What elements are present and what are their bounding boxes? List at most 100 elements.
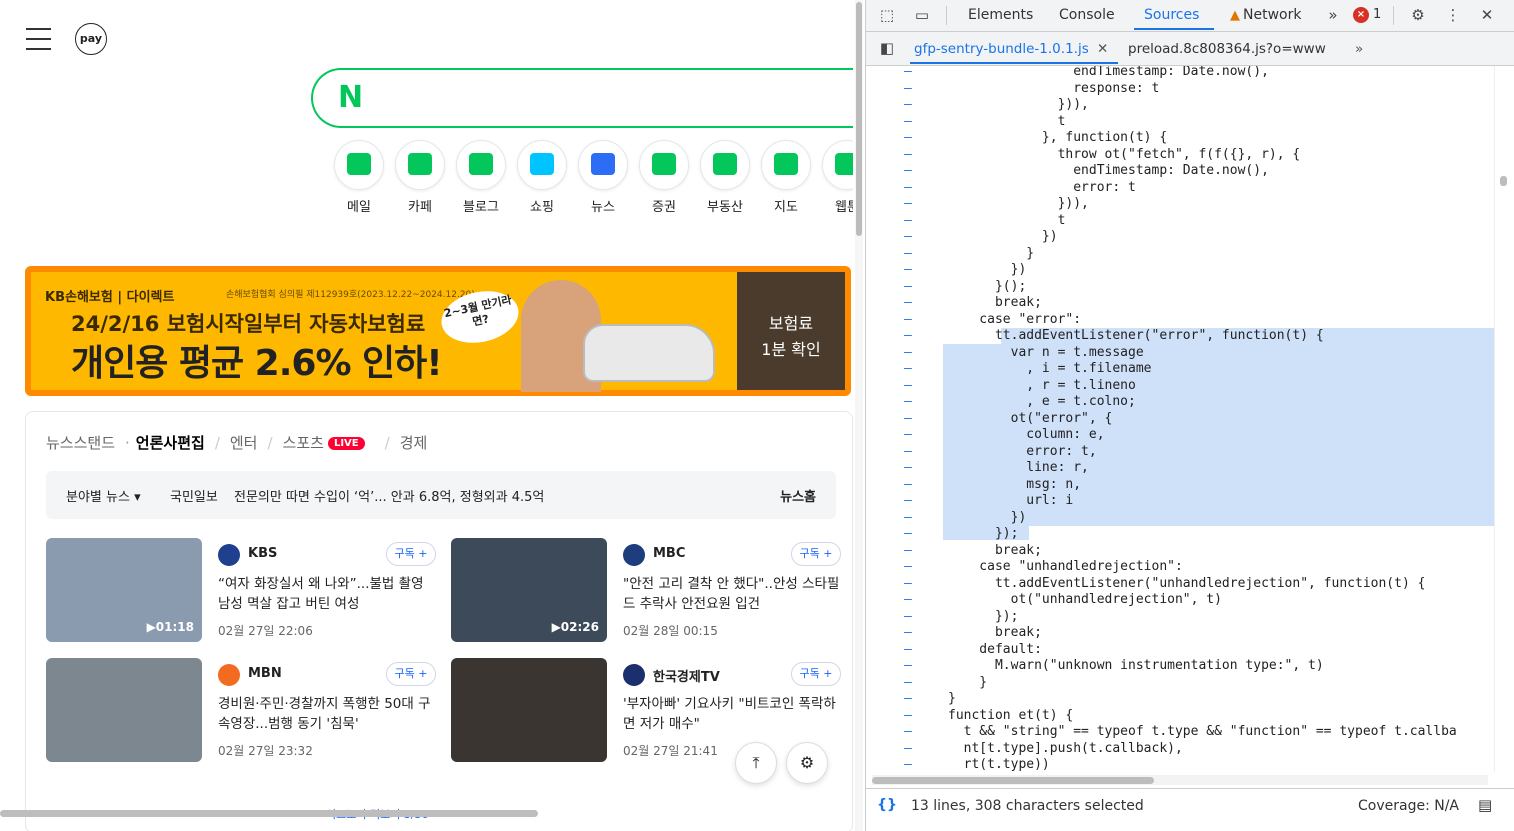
news-card[interactable]: MBN 구독 + 경비원·주민·경찰까지 폭행한 50대 구속영장...범행 동기 …	[46, 658, 436, 762]
code-line[interactable]: – var n = t.message	[866, 345, 1494, 362]
code-line[interactable]: – response: t	[866, 81, 1494, 98]
tab-newsstand[interactable]: 뉴스스탠드	[46, 434, 115, 452]
news-title[interactable]: “여자 화장실서 왜 나와”...불법 촬영 남성 멱살 잡고 버틴 여성	[218, 574, 436, 614]
tab-economy[interactable]: 경제	[400, 434, 428, 452]
line-gutter-marker[interactable]: –	[904, 493, 914, 510]
news-home-link[interactable]: 뉴스홈	[780, 486, 816, 505]
subscribe-button[interactable]: 구독 +	[791, 662, 841, 686]
line-gutter-marker[interactable]: –	[904, 592, 914, 609]
gear-icon[interactable]: ⚙	[1408, 5, 1428, 25]
news-title[interactable]: '부자아빠' 기요사키 "비트코인 폭락하면 저가 매수"	[623, 694, 841, 734]
tab-network[interactable]: ▲ Network	[1230, 7, 1301, 23]
news-thumbnail[interactable]: ▶01:18	[46, 538, 202, 642]
line-gutter-marker[interactable]: –	[904, 724, 914, 741]
line-gutter-marker[interactable]: –	[904, 180, 914, 197]
line-gutter-marker[interactable]: –	[904, 477, 914, 494]
tab-sources[interactable]: Sources	[1144, 7, 1199, 23]
code-line[interactable]: – error: t,	[866, 444, 1494, 461]
code-line[interactable]: – ot("unhandledrejection", t)	[866, 592, 1494, 609]
press-logo[interactable]	[623, 544, 645, 566]
line-gutter-marker[interactable]: –	[904, 361, 914, 378]
line-gutter-marker[interactable]: –	[904, 559, 914, 576]
code-line[interactable]: – rt(t.type))	[866, 757, 1494, 772]
tab-console[interactable]: Console	[1059, 7, 1115, 23]
coverage-panel-icon[interactable]: ▤	[1478, 796, 1492, 814]
line-gutter-marker[interactable]: –	[904, 246, 914, 263]
line-gutter-marker[interactable]: –	[904, 411, 914, 428]
line-gutter-marker[interactable]: –	[904, 328, 914, 345]
file-tab-active[interactable]: gfp-sentry-bundle-1.0.1.js	[914, 41, 1089, 57]
line-gutter-marker[interactable]: –	[904, 345, 914, 362]
subscribe-button[interactable]: 구독 +	[791, 542, 841, 566]
line-gutter-marker[interactable]: –	[904, 81, 914, 98]
page-horizontal-scrollbar[interactable]	[0, 810, 538, 817]
tab-press-edit[interactable]: 언론사편집	[136, 434, 205, 452]
naver-pay-button[interactable]: pay	[75, 23, 107, 55]
code-line[interactable]: –}	[866, 691, 1494, 708]
code-line[interactable]: – case "error":	[866, 312, 1494, 329]
line-gutter-marker[interactable]: –	[904, 97, 914, 114]
code-line[interactable]: – endTimestamp: Date.now(),	[866, 163, 1494, 180]
code-line[interactable]: – })),	[866, 97, 1494, 114]
news-card[interactable]: ▶01:18 KBS 구독 + “여자 화장실서 왜 나와”...불법 촬영 남성 멱…	[46, 538, 436, 642]
line-gutter-marker[interactable]: –	[904, 295, 914, 312]
ad-banner[interactable]: KB손해보험 | 다이렉트 손해보험협회 심의필 제112939호(2023.1…	[25, 266, 851, 396]
code-line[interactable]: – ot("error", {	[866, 411, 1494, 428]
shortcut-5[interactable]: 증권	[639, 140, 689, 215]
code-line[interactable]: – tt.addEventListener("error", function(…	[866, 328, 1494, 345]
press-name[interactable]: 한국경제TV	[653, 666, 720, 685]
shortcut-3[interactable]: 쇼핑	[517, 140, 567, 215]
pretty-print-icon[interactable]: {}	[877, 797, 897, 813]
kebab-menu-icon[interactable]: ⋮	[1443, 5, 1463, 25]
code-line[interactable]: – endTimestamp: Date.now(),	[866, 66, 1494, 81]
close-icon[interactable]: ✕	[1477, 5, 1497, 25]
code-line[interactable]: – t && "string" == typeof t.type && "fun…	[866, 724, 1494, 741]
category-dropdown[interactable]: 분야별 뉴스 ▾	[66, 486, 141, 505]
press-logo[interactable]	[218, 544, 240, 566]
code-line[interactable]: – })	[866, 510, 1494, 527]
code-line[interactable]: – M.warn("unknown instrumentation type:"…	[866, 658, 1494, 675]
page-vertical-scrollbar[interactable]	[855, 0, 863, 831]
code-editor[interactable]: – endTimestamp: Date.now(), – response: t…	[866, 66, 1494, 772]
code-line[interactable]: – default:	[866, 642, 1494, 659]
code-line[interactable]: – })	[866, 229, 1494, 246]
code-line[interactable]: – t	[866, 213, 1494, 230]
device-toolbar-icon[interactable]: ▭	[912, 5, 932, 25]
code-line[interactable]: – nt[t.type].push(t.callback),	[866, 741, 1494, 758]
press-logo[interactable]	[218, 664, 240, 686]
line-gutter-marker[interactable]: –	[904, 609, 914, 626]
code-line[interactable]: – break;	[866, 625, 1494, 642]
news-thumbnail[interactable]: ▶02:26	[451, 538, 607, 642]
file-tab[interactable]: preload.8c808364.js?o=www	[1128, 41, 1326, 57]
tab-entertainment[interactable]: 엔터	[230, 434, 258, 452]
headline-text[interactable]: 전문의만 따면 수입이 ‘억’... 안과 6.8억, 정형외과 4.5억	[234, 486, 544, 505]
news-card[interactable]: ▶02:26 MBC 구독 + "안전 고리 결착 안 했다"..안성 스타필드 추락…	[451, 538, 841, 642]
headline-press[interactable]: 국민일보	[170, 486, 218, 505]
code-line[interactable]: – , i = t.filename	[866, 361, 1494, 378]
line-gutter-marker[interactable]: –	[904, 378, 914, 395]
scroll-top-button[interactable]: ⤒	[735, 742, 777, 784]
banner-cta[interactable]: 보험료 1분 확인	[737, 272, 845, 390]
code-line[interactable]: – }();	[866, 279, 1494, 296]
line-gutter-marker[interactable]: –	[904, 262, 914, 279]
line-gutter-marker[interactable]: –	[904, 757, 914, 772]
news-thumbnail[interactable]	[451, 658, 607, 762]
line-gutter-marker[interactable]: –	[904, 130, 914, 147]
code-line[interactable]: – })	[866, 262, 1494, 279]
subscribe-button[interactable]: 구독 +	[386, 542, 436, 566]
line-gutter-marker[interactable]: –	[904, 427, 914, 444]
line-gutter-marker[interactable]: –	[904, 279, 914, 296]
code-line[interactable]: – tt.addEventListener("unhandledrejectio…	[866, 576, 1494, 593]
line-gutter-marker[interactable]: –	[904, 394, 914, 411]
line-gutter-marker[interactable]: –	[904, 312, 914, 329]
line-gutter-marker[interactable]: –	[904, 444, 914, 461]
code-line[interactable]: – break;	[866, 543, 1494, 560]
code-line[interactable]: – msg: n,	[866, 477, 1494, 494]
code-line[interactable]: – case "unhandledrejection":	[866, 559, 1494, 576]
code-line[interactable]: – }	[866, 246, 1494, 263]
line-gutter-marker[interactable]: –	[904, 196, 914, 213]
shortcut-8[interactable]: 웹툰	[822, 140, 853, 215]
line-gutter-marker[interactable]: –	[904, 625, 914, 642]
line-gutter-marker[interactable]: –	[904, 114, 914, 131]
line-gutter-marker[interactable]: –	[904, 691, 914, 708]
